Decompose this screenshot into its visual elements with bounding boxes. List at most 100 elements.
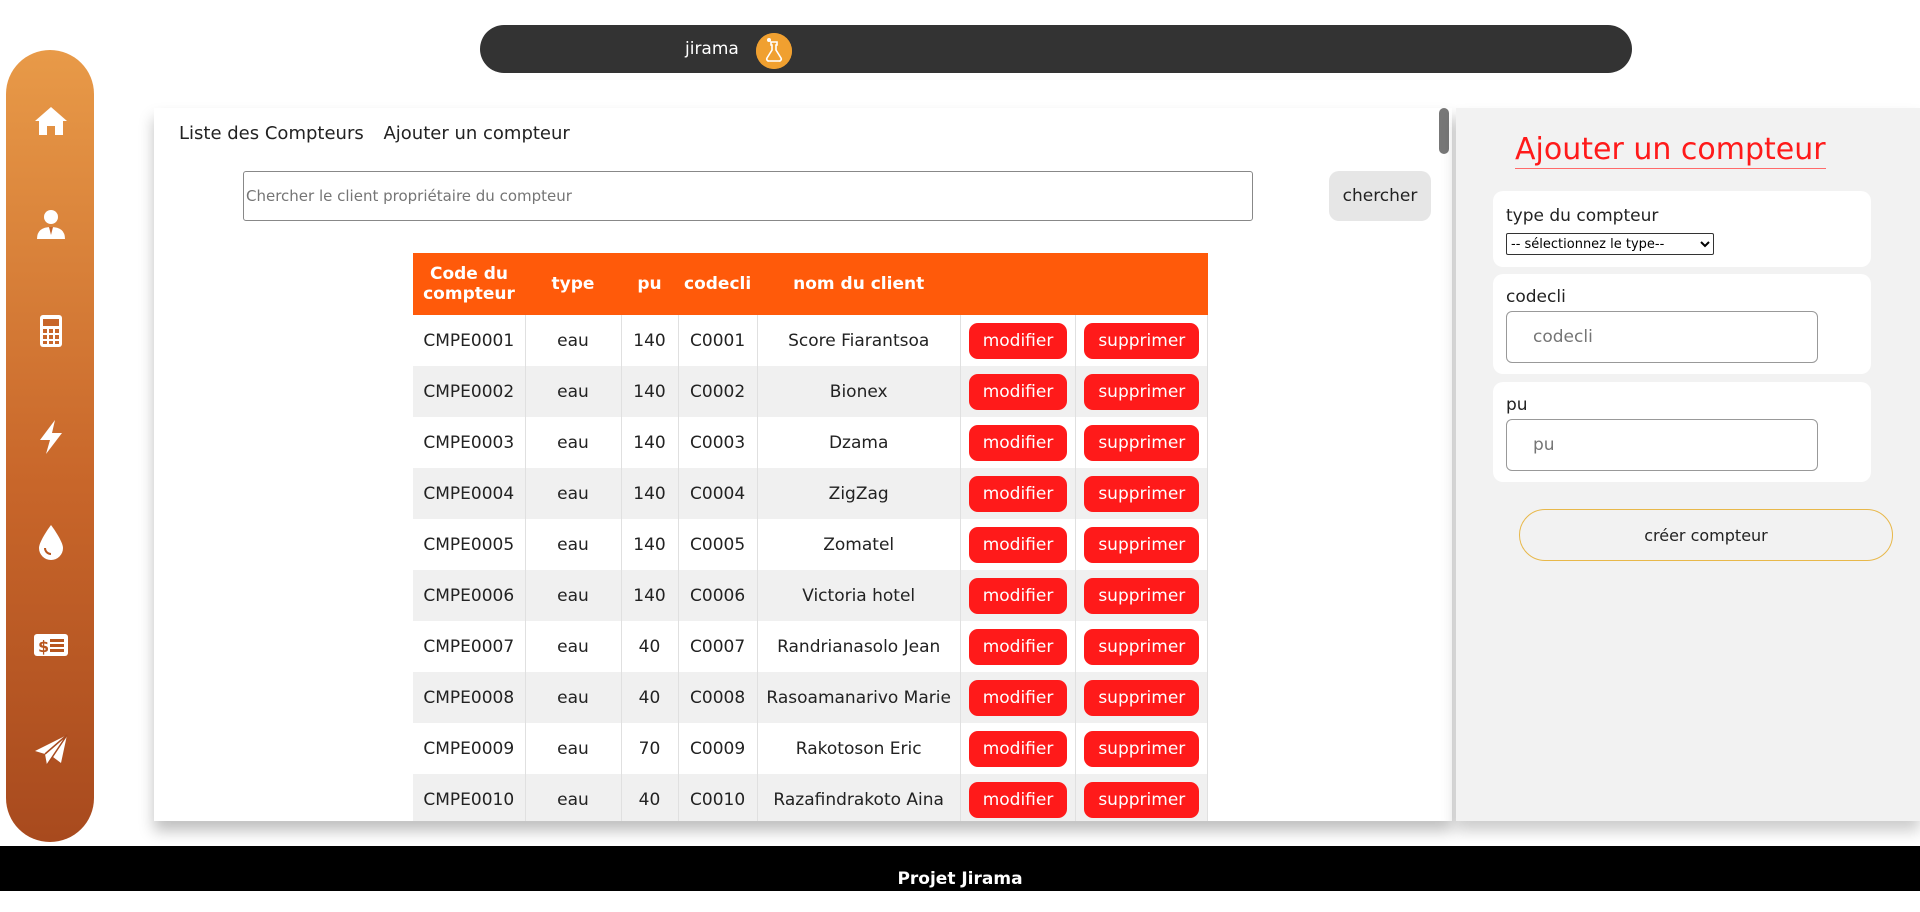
cell-client-name: Victoria hotel bbox=[757, 570, 961, 621]
delete-button-cell: supprimer bbox=[1075, 468, 1209, 519]
pu-label: pu bbox=[1506, 395, 1528, 415]
sidebar-item-water[interactable] bbox=[30, 520, 72, 562]
edit-button[interactable]: modifier bbox=[968, 628, 1068, 665]
edit-button[interactable]: modifier bbox=[968, 526, 1068, 563]
type-field-card: type du compteur -- sélectionnez le type… bbox=[1493, 191, 1871, 267]
table-row: CMPE0010 eau 40 C0010 Razafindrakoto Aina mod… bbox=[413, 774, 1209, 821]
edit-button-cell: modifier bbox=[960, 621, 1077, 672]
meter-list-panel: Liste des Compteurs Ajouter un compteur … bbox=[154, 108, 1452, 821]
delete-button[interactable]: supprimer bbox=[1084, 577, 1200, 614]
cell-pu: 140 bbox=[621, 468, 679, 519]
pu-input[interactable] bbox=[1506, 419, 1818, 471]
sidebar-item-calculator[interactable] bbox=[30, 310, 72, 352]
codecli-label: codecli bbox=[1506, 287, 1566, 307]
delete-button-cell: supprimer bbox=[1075, 723, 1209, 774]
delete-button[interactable]: supprimer bbox=[1084, 628, 1200, 665]
cell-type: eau bbox=[525, 315, 622, 366]
cell-pu: 140 bbox=[621, 417, 679, 468]
table-row: CMPE0003 eau 140 C0003 Dzama modifier supprime… bbox=[413, 417, 1209, 468]
edit-button[interactable]: modifier bbox=[968, 577, 1068, 614]
cell-codecli: C0004 bbox=[678, 468, 758, 519]
cell-client-name: Score Fiarantsoa bbox=[757, 315, 961, 366]
cell-pu: 40 bbox=[621, 774, 679, 821]
edit-button-cell: modifier bbox=[960, 570, 1077, 621]
tab-meter-list[interactable]: Liste des Compteurs bbox=[179, 123, 364, 144]
delete-button-cell: supprimer bbox=[1075, 519, 1209, 570]
cell-pu: 70 bbox=[621, 723, 679, 774]
edit-button[interactable]: modifier bbox=[968, 730, 1068, 767]
edit-button[interactable]: modifier bbox=[968, 322, 1068, 359]
edit-button-cell: modifier bbox=[960, 723, 1077, 774]
cell-codecli: C0001 bbox=[678, 315, 758, 366]
delete-button-cell: supprimer bbox=[1075, 570, 1209, 621]
table-row: CMPE0004 eau 140 C0004 ZigZag modifier supprim… bbox=[413, 468, 1209, 519]
user-icon bbox=[37, 210, 65, 239]
add-meter-form-panel: Ajouter un compteur type du compteur -- … bbox=[1456, 108, 1920, 821]
cell-codecli: C0003 bbox=[678, 417, 758, 468]
table-row: CMPE0001 eau 140 C0001 Score Fiarantsoa modif… bbox=[413, 315, 1209, 366]
edit-button[interactable]: modifier bbox=[968, 373, 1068, 410]
column-header-type: type bbox=[525, 253, 621, 315]
meter-table: Code du compteur type pu codecli nom du … bbox=[413, 253, 1209, 821]
cell-pu: 140 bbox=[621, 315, 679, 366]
calculator-icon bbox=[40, 315, 62, 347]
cell-codecli: C0002 bbox=[678, 366, 758, 417]
flask-logo-icon bbox=[756, 33, 792, 69]
cell-type: eau bbox=[525, 519, 622, 570]
cell-client-name: Zomatel bbox=[757, 519, 961, 570]
cell-pu: 140 bbox=[621, 570, 679, 621]
sidebar-item-home[interactable] bbox=[30, 100, 72, 142]
edit-button[interactable]: modifier bbox=[968, 475, 1068, 512]
delete-button[interactable]: supprimer bbox=[1084, 475, 1200, 512]
edit-button[interactable]: modifier bbox=[968, 679, 1068, 716]
cell-client-name: Bionex bbox=[757, 366, 961, 417]
cell-code: CMPE0007 bbox=[413, 621, 526, 672]
search-button[interactable]: chercher bbox=[1329, 171, 1431, 221]
table-row: CMPE0005 eau 140 C0005 Zomatel modifier suppri… bbox=[413, 519, 1209, 570]
cell-client-name: Dzama bbox=[757, 417, 961, 468]
delete-button[interactable]: supprimer bbox=[1084, 373, 1200, 410]
cell-pu: 40 bbox=[621, 621, 679, 672]
cell-type: eau bbox=[525, 723, 622, 774]
cell-code: CMPE0005 bbox=[413, 519, 526, 570]
column-header-client-name: nom du client bbox=[757, 253, 961, 315]
svg-text:$: $ bbox=[38, 637, 49, 656]
cell-code: CMPE0002 bbox=[413, 366, 526, 417]
delete-button[interactable]: supprimer bbox=[1084, 730, 1200, 767]
table-row: CMPE0006 eau 140 C0006 Victoria hotel modifie… bbox=[413, 570, 1209, 621]
edit-button-cell: modifier bbox=[960, 774, 1077, 821]
delete-button[interactable]: supprimer bbox=[1084, 781, 1200, 818]
cell-code: CMPE0010 bbox=[413, 774, 526, 821]
delete-button[interactable]: supprimer bbox=[1084, 679, 1200, 716]
table-row: CMPE0007 eau 40 C0007 Randrianasolo Jean modi… bbox=[413, 621, 1209, 672]
delete-button[interactable]: supprimer bbox=[1084, 322, 1200, 359]
search-input[interactable] bbox=[243, 171, 1253, 221]
tab-add-meter[interactable]: Ajouter un compteur bbox=[383, 123, 569, 144]
tab-bar: Liste des Compteurs Ajouter un compteur bbox=[179, 123, 584, 144]
cell-client-name: Rakotoson Eric bbox=[757, 723, 961, 774]
edit-button[interactable]: modifier bbox=[968, 424, 1068, 461]
delete-button[interactable]: supprimer bbox=[1084, 526, 1200, 563]
column-header-edit bbox=[960, 253, 1076, 315]
delete-button-cell: supprimer bbox=[1075, 621, 1209, 672]
edit-button-cell: modifier bbox=[960, 519, 1077, 570]
cell-type: eau bbox=[525, 570, 622, 621]
delete-button[interactable]: supprimer bbox=[1084, 424, 1200, 461]
column-header-delete bbox=[1075, 253, 1208, 315]
column-header-pu: pu bbox=[621, 253, 678, 315]
codecli-input[interactable] bbox=[1506, 311, 1818, 363]
type-select[interactable]: -- sélectionnez le type-- bbox=[1506, 233, 1714, 255]
scrollbar-thumb[interactable] bbox=[1439, 108, 1449, 154]
sidebar-item-send[interactable] bbox=[30, 730, 72, 772]
form-title: Ajouter un compteur bbox=[1515, 132, 1826, 169]
sidebar-item-electricity[interactable] bbox=[30, 416, 72, 458]
edit-button[interactable]: modifier bbox=[968, 781, 1068, 818]
sidebar-item-users[interactable] bbox=[30, 204, 72, 246]
cell-type: eau bbox=[525, 468, 622, 519]
brand-name: jirama bbox=[685, 39, 739, 59]
create-meter-button[interactable]: créer compteur bbox=[1519, 509, 1893, 561]
sidebar-item-billing[interactable]: $ bbox=[30, 624, 72, 666]
cell-type: eau bbox=[525, 417, 622, 468]
edit-button-cell: modifier bbox=[960, 366, 1077, 417]
pu-field-card: pu bbox=[1493, 382, 1871, 482]
